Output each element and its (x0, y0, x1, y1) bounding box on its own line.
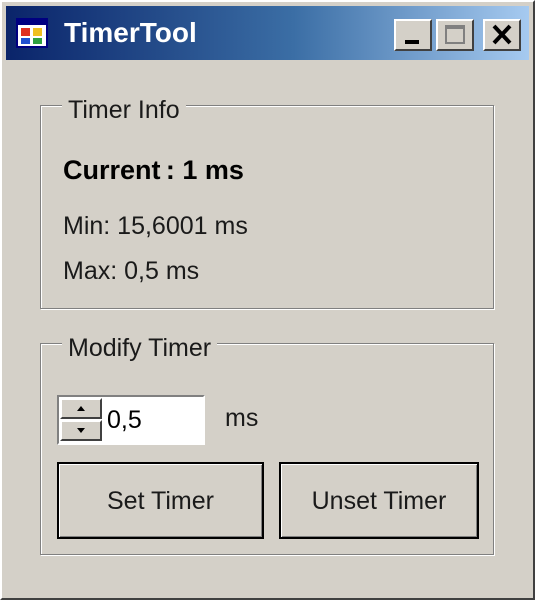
unset-timer-button[interactable]: Unset Timer (279, 462, 479, 539)
minimize-icon (405, 40, 419, 44)
min-resolution: Min: 15,6001 ms (63, 212, 248, 240)
stepper-value-input[interactable]: 0,5 (107, 405, 142, 435)
arrow-up-icon (77, 406, 85, 411)
close-button[interactable] (483, 19, 521, 51)
interval-stepper[interactable]: 0,5 (57, 395, 205, 445)
current-resolution: Current : 1 ms (63, 155, 244, 185)
timertool-window: TimerTool Timer Info Current : 1 ms Min:… (0, 0, 535, 600)
window-title: TimerTool (64, 17, 197, 48)
stepper-down-button[interactable] (60, 420, 102, 441)
max-resolution: Max: 0,5 ms (63, 257, 200, 285)
arrow-down-icon (77, 428, 85, 433)
maximize-icon (445, 25, 465, 44)
close-icon (492, 24, 512, 45)
minimize-button[interactable] (394, 19, 432, 51)
maximize-button[interactable] (436, 19, 474, 51)
app-window-icon (16, 18, 48, 48)
unit-label: ms (225, 404, 259, 432)
set-timer-button[interactable]: Set Timer (57, 462, 264, 539)
modify-timer-legend: Modify Timer (62, 334, 218, 362)
timer-info-legend: Timer Info (62, 96, 186, 124)
title-bar[interactable]: TimerTool (6, 6, 529, 60)
stepper-up-button[interactable] (60, 398, 102, 419)
